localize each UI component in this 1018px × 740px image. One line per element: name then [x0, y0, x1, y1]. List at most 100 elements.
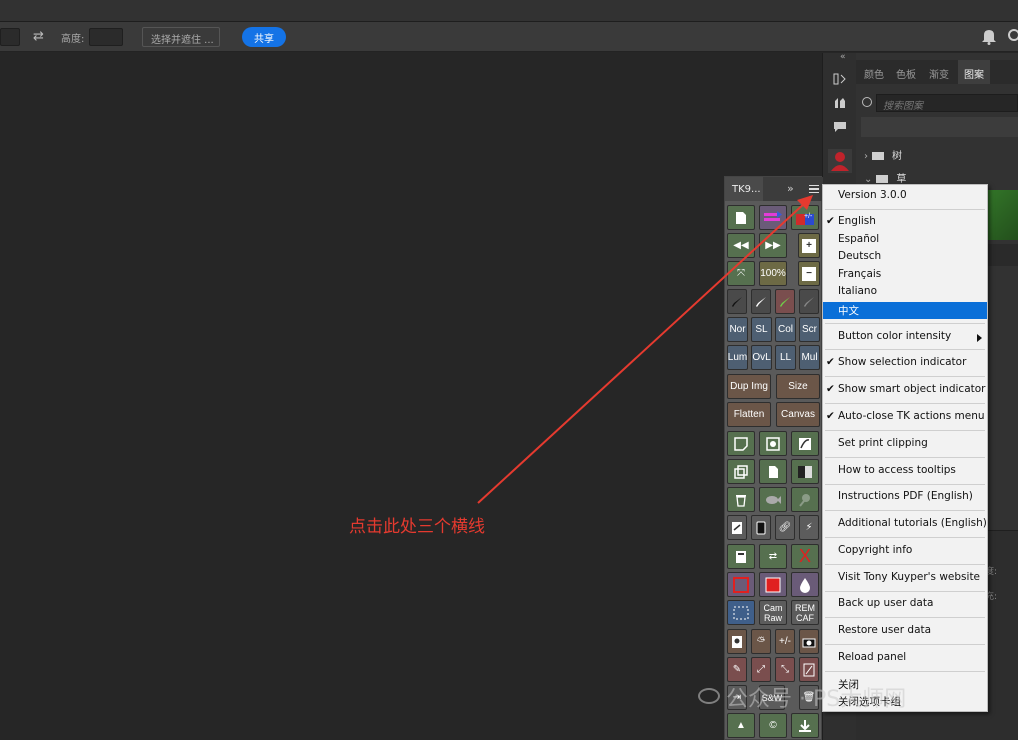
menu-item-italiano[interactable]: Italiano — [823, 284, 987, 301]
menu-item-espanol[interactable]: Español — [823, 232, 987, 249]
hamburger-menu-icon[interactable] — [809, 185, 819, 193]
menu-item-set-print-clipping[interactable]: Set print clipping — [823, 436, 987, 453]
select-and-mask-button[interactable]: 选择并遮住 ... — [142, 27, 220, 47]
triangle-up-icon[interactable]: ▲ — [727, 713, 755, 738]
lightning-icon[interactable]: ⚡︎ — [799, 515, 819, 540]
menu-item-button-color-intensity[interactable]: Button color intensity — [823, 329, 987, 346]
red-outline-square-icon[interactable] — [727, 572, 755, 597]
menu-item-show-selection-indicator[interactable]: ✔ Show selection indicator — [823, 355, 987, 372]
swap-icon[interactable]: ⇄ — [33, 29, 44, 44]
menu-item-deutsch[interactable]: Deutsch — [823, 249, 987, 266]
calculator-icon[interactable] — [727, 544, 755, 569]
stamp-visible-icon[interactable] — [727, 459, 755, 484]
shrink-arrows-icon[interactable]: ⤡ — [775, 657, 795, 682]
canvas-button[interactable]: Canvas — [776, 402, 820, 427]
tab-patterns[interactable]: 图案 — [958, 60, 990, 84]
blend-screen-button[interactable]: Scr — [799, 317, 820, 342]
expand-arrows-icon[interactable]: ⤢ — [751, 657, 771, 682]
camera-icon[interactable] — [799, 629, 819, 654]
trash-icon[interactable] — [727, 487, 755, 512]
blend-luminosity-button[interactable]: Lum — [727, 345, 748, 370]
plus-icon[interactable]: + — [798, 233, 820, 258]
close-x-icon[interactable]: X — [791, 544, 819, 569]
menu-item-tooltips[interactable]: How to access tooltips — [823, 463, 987, 480]
fit-screen-icon[interactable]: ⤧ — [727, 261, 755, 286]
menu-item-chinese[interactable]: 中文 — [823, 302, 987, 319]
size-button[interactable]: Size — [776, 374, 820, 399]
blend-normal-button[interactable]: Nor — [727, 317, 748, 342]
search-icon[interactable] — [1008, 29, 1018, 41]
camera-raw-button[interactable]: Cam Raw — [759, 600, 787, 625]
tk-panel-tab[interactable]: TK9... — [725, 177, 763, 201]
brush-white-icon[interactable] — [751, 289, 771, 314]
blend-multiply-button[interactable]: Mul — [799, 345, 820, 370]
menu-item-visit-website[interactable]: Visit Tony Kuyper's website — [823, 570, 987, 587]
menu-item-show-smart-object-indicator[interactable]: ✔ Show smart object indicator — [823, 382, 987, 399]
red-filled-square-icon[interactable] — [759, 572, 787, 597]
flatten-button[interactable]: Flatten — [727, 402, 771, 427]
width-input[interactable] — [0, 28, 20, 46]
feather-icon[interactable]: ✎ — [727, 657, 747, 682]
swap-arrows-icon[interactable]: ⇄ — [759, 544, 787, 569]
attach-icon[interactable]: 🔗︎ — [775, 515, 795, 540]
menu-item-english[interactable]: ✔ English — [823, 214, 987, 231]
tab-gradients[interactable]: 渐变 — [929, 66, 949, 81]
menu-item-auto-close[interactable]: ✔ Auto-close TK actions menu — [823, 409, 987, 426]
smart-object-icon[interactable] — [759, 431, 787, 456]
mask-icon[interactable] — [791, 459, 819, 484]
blend-softlight-button[interactable]: SL — [751, 317, 772, 342]
download-icon[interactable] — [791, 713, 819, 738]
folder-tree[interactable]: › 树 — [864, 147, 902, 162]
phone-icon[interactable] — [751, 515, 771, 540]
fish-icon[interactable] — [759, 487, 787, 512]
plus-minus-button[interactable]: +/- — [775, 629, 795, 654]
brush-black-icon[interactable] — [727, 289, 747, 314]
portrait-icon[interactable] — [727, 629, 747, 654]
dodge-burn-icon[interactable] — [791, 487, 819, 512]
menu-item-reload-panel[interactable]: Reload panel — [823, 650, 987, 667]
copyright-icon[interactable]: © — [759, 713, 787, 738]
weather-icon[interactable]: ⛅︎ — [751, 629, 771, 654]
folder-grass[interactable]: ⌄ 草 — [864, 170, 906, 185]
select-layer-icon[interactable] — [727, 431, 755, 456]
brush-gray-icon[interactable] — [799, 289, 819, 314]
menu-item-restore-user-data[interactable]: Restore user data — [823, 623, 987, 640]
canvas-area[interactable] — [0, 53, 822, 740]
blend-color-button[interactable]: Col — [775, 317, 796, 342]
blend-overlay-button[interactable]: OvL — [751, 345, 772, 370]
actions-icon[interactable] — [833, 97, 847, 109]
zoom-100-button[interactable]: 100% — [759, 261, 787, 286]
expand-icon[interactable]: » — [787, 182, 794, 195]
new-document-button[interactable] — [727, 205, 755, 230]
color-adjust-button[interactable]: +/- — [791, 205, 819, 230]
menu-item-instructions-pdf[interactable]: Instructions PDF (English) — [823, 489, 987, 506]
rewind-icon[interactable]: ◀◀ — [727, 233, 755, 258]
history-icon[interactable] — [833, 73, 847, 85]
tab-color[interactable]: 颜色 — [864, 66, 884, 81]
comment-icon[interactable] — [833, 121, 847, 133]
menu-item-copyright[interactable]: Copyright info — [823, 543, 987, 560]
fast-forward-icon[interactable]: ▶▶ — [759, 233, 787, 258]
menu-item-backup-user-data[interactable]: Back up user data — [823, 596, 987, 613]
height-input[interactable] — [89, 28, 123, 46]
selection-frame-icon[interactable] — [727, 600, 755, 625]
user-avatar-icon[interactable] — [828, 149, 852, 173]
edit-frame-icon[interactable] — [799, 657, 819, 682]
rem-caf-button[interactable]: REM CAF — [791, 600, 819, 625]
minus-icon[interactable]: − — [798, 261, 820, 286]
share-button[interactable]: 共享 — [242, 27, 286, 47]
warp-icon[interactable] — [791, 431, 819, 456]
collapse-panels-icon[interactable]: « — [840, 52, 846, 62]
menu-item-additional-tutorials[interactable]: Additional tutorials (English) — [823, 516, 987, 533]
bell-icon[interactable] — [981, 27, 997, 45]
layer-stack-button[interactable] — [759, 205, 787, 230]
drop-icon[interactable] — [791, 572, 819, 597]
brush-green-icon[interactable] — [775, 289, 795, 314]
calculation-icon[interactable] — [727, 515, 747, 540]
duplicate-image-button[interactable]: Dup Img — [727, 374, 771, 399]
pattern-search-input[interactable]: 搜索图案 — [876, 94, 1018, 112]
blend-linearlight-button[interactable]: LL — [775, 345, 796, 370]
menu-item-francais[interactable]: Français — [823, 267, 987, 284]
copy-merged-icon[interactable] — [759, 459, 787, 484]
tab-swatches[interactable]: 色板 — [896, 66, 916, 81]
